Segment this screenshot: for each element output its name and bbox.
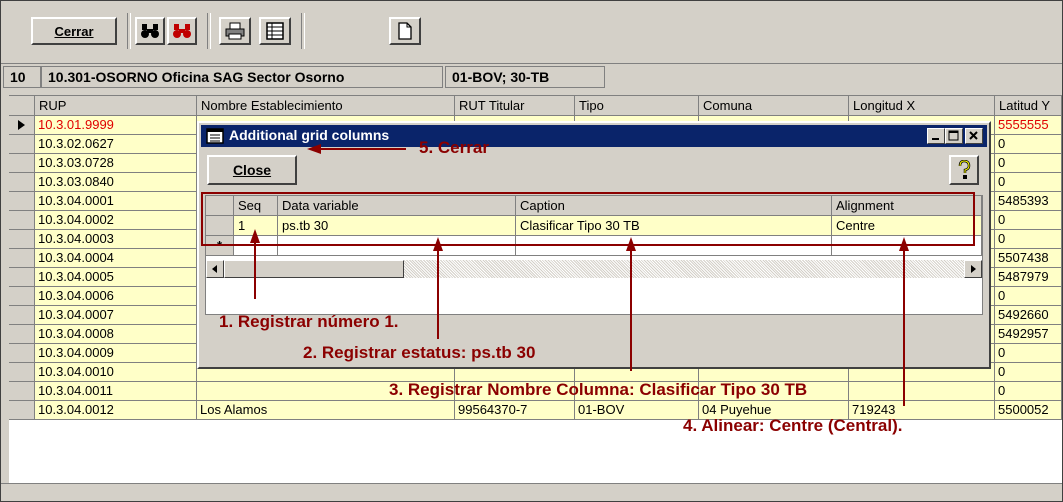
annotation-step-3: 3. Registrar Nombre Columna: Clasificar … bbox=[389, 380, 808, 399]
annotation-overlay bbox=[201, 144, 975, 406]
arrow-5-head bbox=[307, 144, 321, 154]
app-window: Cerrar 10 10.301-OSORNO Oficina SAG Sect… bbox=[0, 0, 1063, 502]
highlight-box bbox=[201, 192, 975, 246]
annotation-step-1: 1. Registrar número 1. bbox=[219, 312, 399, 331]
annotation-step-5: 5. Cerrar bbox=[419, 138, 489, 157]
annotation-step-2: 2. Registrar estatus: ps.tb 30 bbox=[303, 343, 536, 362]
arrow-1-head bbox=[250, 229, 260, 243]
annotation-step-4: 4. Alinear: Centre (Central). bbox=[683, 416, 903, 435]
